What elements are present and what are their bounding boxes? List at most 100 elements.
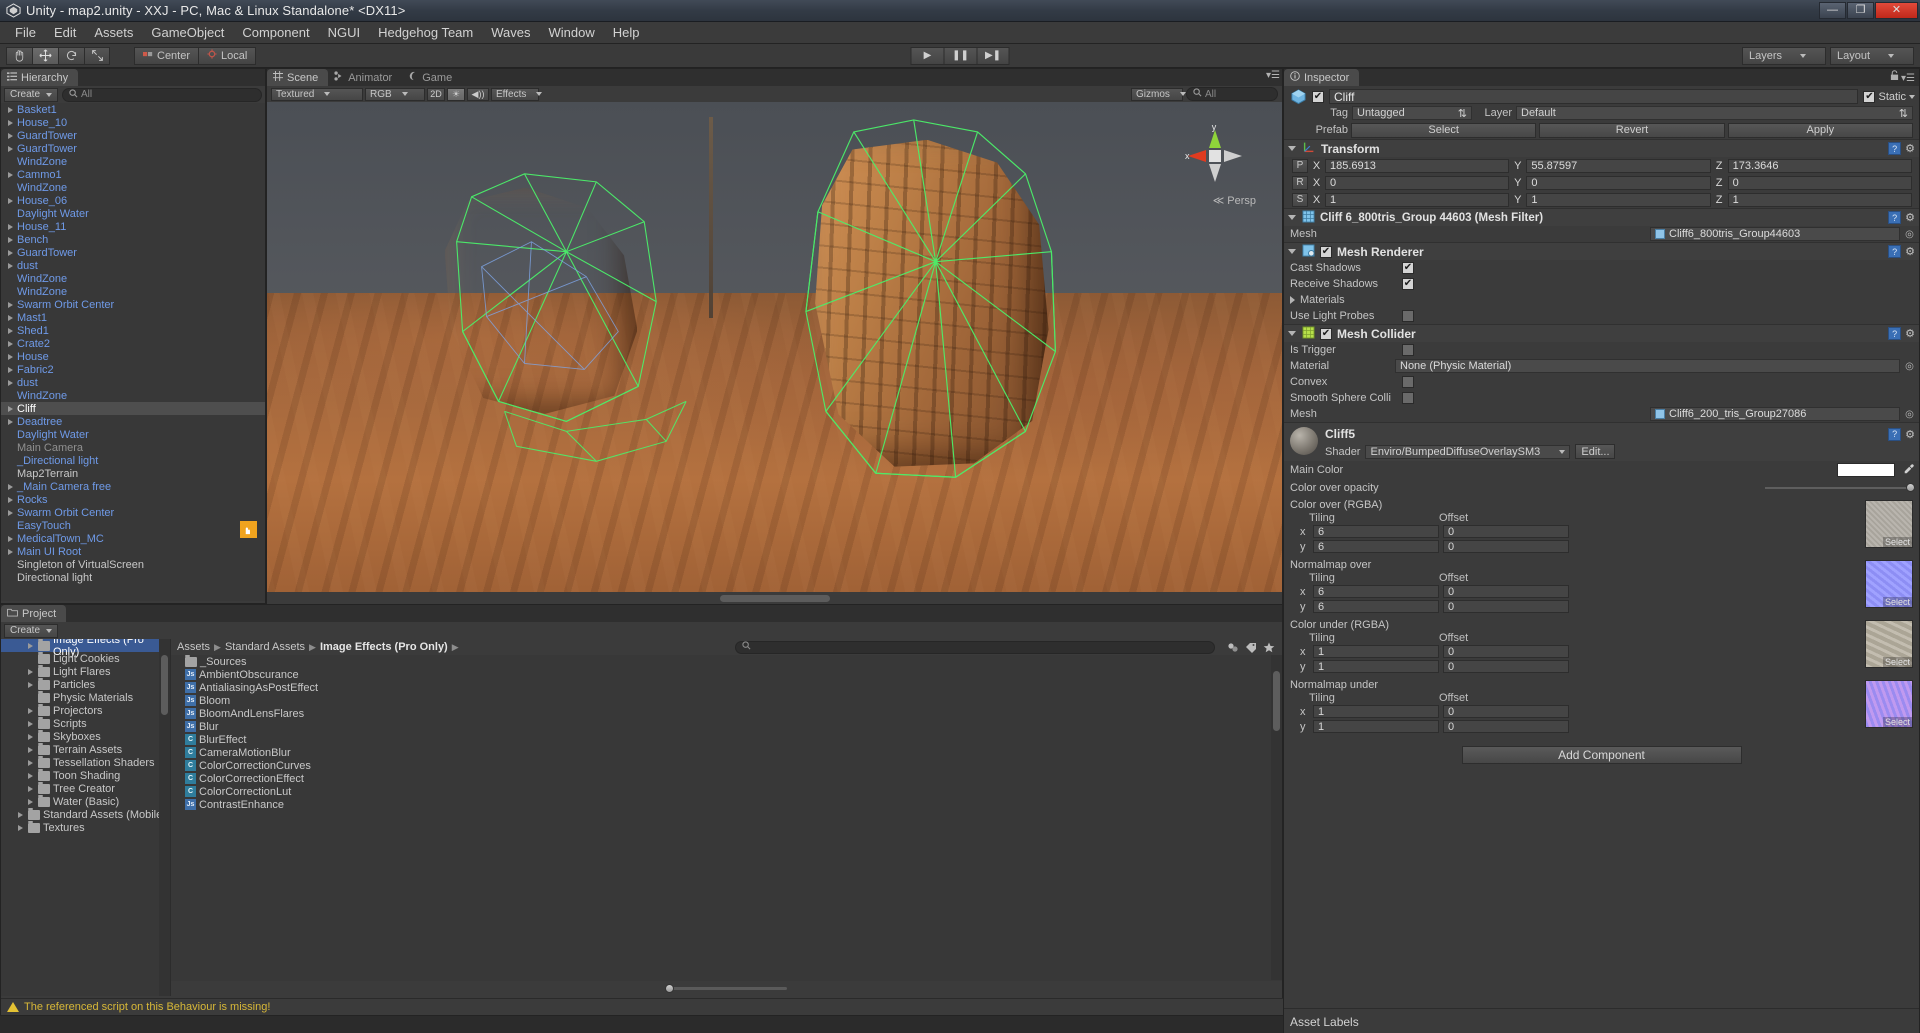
hierarchy-item[interactable]: Singleton of VirtualScreen — [1, 558, 265, 571]
tab-scene[interactable]: Scene — [267, 69, 329, 86]
texture-select-button[interactable]: Select — [1882, 597, 1912, 607]
scene-scroll-thumb[interactable] — [719, 595, 830, 602]
mesh-renderer-component-header[interactable]: ✔ Mesh Renderer ? ⚙ — [1284, 242, 1919, 260]
transform-component-header[interactable]: Transform ? ⚙ — [1284, 139, 1919, 157]
gear-icon[interactable]: ⚙ — [1905, 327, 1915, 340]
texture-preview[interactable]: Select — [1865, 680, 1913, 728]
hierarchy-item[interactable]: Map2Terrain — [1, 467, 265, 480]
tiling-y-field[interactable]: 6 — [1313, 600, 1439, 613]
inspector-menu-icon[interactable]: ▾☰ — [1901, 73, 1915, 84]
step-button[interactable]: ▶❚ — [976, 46, 1010, 65]
help-icon[interactable]: ? — [1888, 245, 1902, 258]
hierarchy-item[interactable]: _Directional light — [1, 454, 265, 467]
tab-animator[interactable]: Animator — [328, 69, 402, 86]
object-picker-icon[interactable]: ◎ — [1904, 409, 1915, 420]
expand-arrow-icon[interactable] — [15, 823, 25, 833]
breadcrumb-item[interactable]: Assets — [177, 641, 210, 653]
offset-x-field[interactable]: 0 — [1443, 585, 1569, 598]
texture-select-button[interactable]: Select — [1882, 657, 1912, 667]
add-component-button[interactable]: Add Component — [1461, 746, 1742, 764]
expand-arrow-icon[interactable] — [5, 352, 15, 362]
transform-s-y-field[interactable]: 1 — [1526, 192, 1711, 207]
expand-arrow-icon[interactable] — [25, 758, 35, 768]
project-file-item[interactable]: C CameraMotionBlur — [171, 746, 1282, 759]
expand-arrow-icon[interactable] — [5, 534, 15, 544]
project-file-list[interactable]: _Sources Js AmbientObscurance Js Antialiasin… — [171, 655, 1282, 980]
transform-r-y-field[interactable]: 0 — [1526, 175, 1711, 190]
offset-y-field[interactable]: 0 — [1443, 720, 1569, 733]
pause-button[interactable]: ❚❚ — [943, 46, 977, 65]
layer-dropdown[interactable]: Default ⇅ — [1516, 106, 1913, 120]
tiling-x-field[interactable]: 1 — [1313, 705, 1439, 718]
convex-checkbox[interactable]: ✔ — [1402, 376, 1414, 388]
tiling-y-field[interactable]: 1 — [1313, 660, 1439, 673]
transform-p-x-field[interactable]: 185.6913 — [1325, 158, 1510, 173]
offset-x-field[interactable]: 0 — [1443, 645, 1569, 658]
hierarchy-search-input[interactable]: All — [62, 87, 262, 102]
project-tree-item[interactable]: Physic Materials — [1, 690, 170, 704]
hierarchy-item[interactable]: House_10 — [1, 116, 265, 129]
project-tree-item[interactable]: Projectors — [1, 703, 170, 717]
pivot-mode-button[interactable]: Center — [134, 46, 199, 65]
menu-item-help[interactable]: Help — [604, 23, 649, 42]
color-over-opacity-slider[interactable] — [1765, 481, 1915, 495]
hierarchy-item[interactable]: Mast1 — [1, 311, 265, 324]
project-tree-item[interactable]: Terrain Assets — [1, 742, 170, 756]
gameobject-active-checkbox[interactable]: ✔ — [1312, 90, 1324, 103]
menu-item-edit[interactable]: Edit — [45, 23, 85, 42]
hierarchy-item[interactable]: WindZone — [1, 272, 265, 285]
mesh-filter-mesh-field[interactable]: Cliff6_800tris_Group44603 — [1650, 227, 1900, 241]
rotate-tool-button[interactable] — [58, 46, 84, 65]
texture-select-button[interactable]: Select — [1882, 537, 1912, 547]
static-checkbox[interactable]: ✔ — [1863, 90, 1876, 103]
hierarchy-item[interactable]: Daylight Water — [1, 428, 265, 441]
hierarchy-create-button[interactable]: Create — [4, 87, 59, 102]
hierarchy-item[interactable]: MedicalTown_MC — [1, 532, 265, 545]
play-button[interactable]: ▶ — [910, 46, 944, 65]
zoom-slider-track[interactable] — [664, 984, 787, 993]
offset-x-field[interactable]: 0 — [1443, 705, 1569, 718]
expand-arrow-icon[interactable] — [15, 810, 25, 820]
project-file-item[interactable]: Js AmbientObscurance — [171, 668, 1282, 681]
object-picker-icon[interactable]: ◎ — [1904, 229, 1915, 240]
project-tree-item[interactable]: Tree Creator — [1, 781, 170, 795]
transform-p-z-field[interactable]: 173.3646 — [1727, 158, 1912, 173]
texture-preview[interactable]: Select — [1865, 620, 1913, 668]
project-file-item[interactable]: Js ContrastEnhance — [171, 798, 1282, 811]
filter-by-type-icon[interactable] — [1225, 640, 1240, 654]
hierarchy-item[interactable]: GuardTower — [1, 142, 265, 155]
texture-preview[interactable]: Select — [1865, 500, 1913, 548]
prefab-revert-button[interactable]: Revert — [1539, 122, 1725, 138]
hierarchy-item[interactable]: Main UI Root — [1, 545, 265, 558]
expand-arrow-icon[interactable] — [5, 222, 15, 232]
hierarchy-item[interactable]: House — [1, 350, 265, 363]
static-toggle-group[interactable]: ✔ Static — [1863, 90, 1915, 103]
lock-icon[interactable] — [1890, 70, 1899, 84]
project-file-item[interactable]: _Sources — [171, 655, 1282, 668]
hierarchy-item[interactable]: Main Camera — [1, 441, 265, 454]
hierarchy-item[interactable]: Fabric2 — [1, 363, 265, 376]
expand-arrow-icon[interactable] — [25, 784, 35, 794]
gizmos-dropdown[interactable]: Gizmos — [1131, 87, 1186, 101]
maximize-button[interactable]: ❐ — [1847, 2, 1874, 19]
project-tree-item[interactable]: Toon Shading — [1, 768, 170, 782]
move-tool-button[interactable] — [32, 46, 58, 65]
expand-arrow-icon[interactable] — [5, 339, 15, 349]
project-tree-scroll-thumb[interactable] — [161, 655, 168, 715]
expand-arrow-icon[interactable] — [5, 417, 15, 427]
expand-arrow-icon[interactable] — [25, 641, 35, 651]
expand-arrow-icon[interactable] — [5, 508, 15, 518]
hierarchy-item[interactable]: Deadtree — [1, 415, 265, 428]
help-icon[interactable]: ? — [1888, 211, 1902, 224]
expand-arrow-icon[interactable] — [5, 105, 15, 115]
mesh-collider-component-header[interactable]: ✔ Mesh Collider ? ⚙ — [1284, 324, 1919, 342]
eyedropper-icon[interactable] — [1903, 463, 1915, 478]
object-picker-icon[interactable]: ◎ — [1904, 361, 1915, 372]
cast-shadows-checkbox[interactable]: ✔ — [1402, 262, 1414, 274]
tab-inspector[interactable]: Inspector — [1284, 69, 1360, 86]
tiling-x-field[interactable]: 1 — [1313, 645, 1439, 658]
is-trigger-checkbox[interactable]: ✔ — [1402, 344, 1414, 356]
offset-y-field[interactable]: 0 — [1443, 660, 1569, 673]
tab-game[interactable]: Game — [402, 69, 462, 86]
expand-arrow-icon[interactable] — [25, 680, 35, 690]
